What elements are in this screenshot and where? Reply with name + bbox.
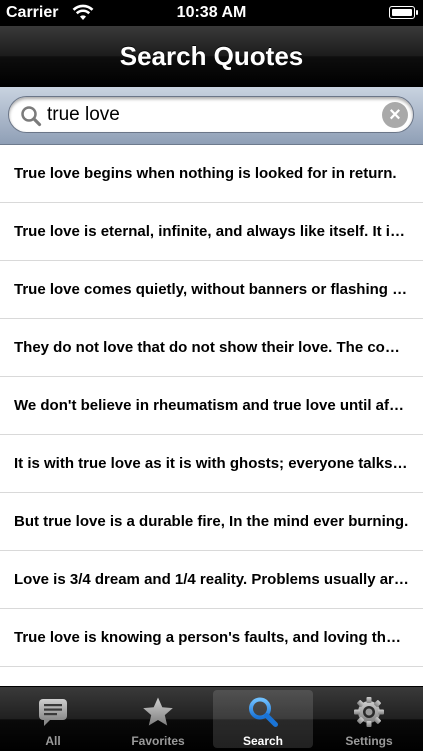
quote-text: But true love is a durable fire, In the … [14,513,409,530]
battery-level [392,9,412,16]
results-list[interactable]: True love begins when nothing is looked … [0,145,423,686]
search-field[interactable]: × [8,96,414,133]
page-title: Search Quotes [119,41,304,71]
quote-text: True love begins when nothing is looked … [14,165,397,182]
gear-icon [354,697,384,727]
tab-search[interactable]: Search [213,690,313,748]
list-item[interactable]: They do not love that do not show their … [0,319,423,377]
battery-icon [389,6,418,19]
list-item[interactable]: True love is eternal, infinite, and alwa… [0,203,423,261]
tab-label: Search [242,734,284,748]
quote-text: True love comes quietly, without banners… [14,281,409,298]
list-item[interactable]: Love is 3/4 dream and 1/4 reality. Probl… [0,551,423,609]
tab-all[interactable]: All [3,690,103,748]
speech-bubble-icon [39,699,67,726]
list-item[interactable]: We don't believe in rheumatism and true … [0,377,423,435]
navigation-bar: Search Quotes [0,26,423,87]
search-bar: × [0,87,423,145]
quote-text: True love is eternal, infinite, and alwa… [14,223,409,240]
quote-text: True love is knowing a person's faults, … [14,629,409,646]
clear-search-button[interactable]: × [382,102,408,128]
tab-label: Settings [345,734,393,748]
star-icon [143,697,173,726]
list-item[interactable]: It is with true love as it is with ghost… [0,435,423,493]
list-item[interactable]: But true love is a durable fire, In the … [0,493,423,551]
search-icon [21,106,42,127]
status-time: 10:38 AM [176,4,247,21]
tab-label: Favorites [131,734,185,748]
quote-text: It is with true love as it is with ghost… [14,455,409,472]
list-item[interactable] [0,667,423,686]
tab-bar: All Favorites Search Settings [0,686,423,751]
quote-text: Love is 3/4 dream and 1/4 reality. Probl… [14,571,409,588]
list-item[interactable]: True love begins when nothing is looked … [0,145,423,203]
list-item[interactable]: True love is knowing a person's faults, … [0,609,423,667]
tab-settings[interactable]: Settings [319,690,419,748]
status-bar: Carrier 10:38 AM [0,0,423,26]
search-input[interactable] [47,100,367,130]
list-item[interactable]: True love comes quietly, without banners… [0,261,423,319]
quote-text: We don't believe in rheumatism and true … [14,397,409,414]
quote-text: They do not love that do not show their … [14,339,409,356]
magnifier-icon [249,697,278,727]
tab-favorites[interactable]: Favorites [108,690,208,748]
tab-label: All [45,734,61,748]
